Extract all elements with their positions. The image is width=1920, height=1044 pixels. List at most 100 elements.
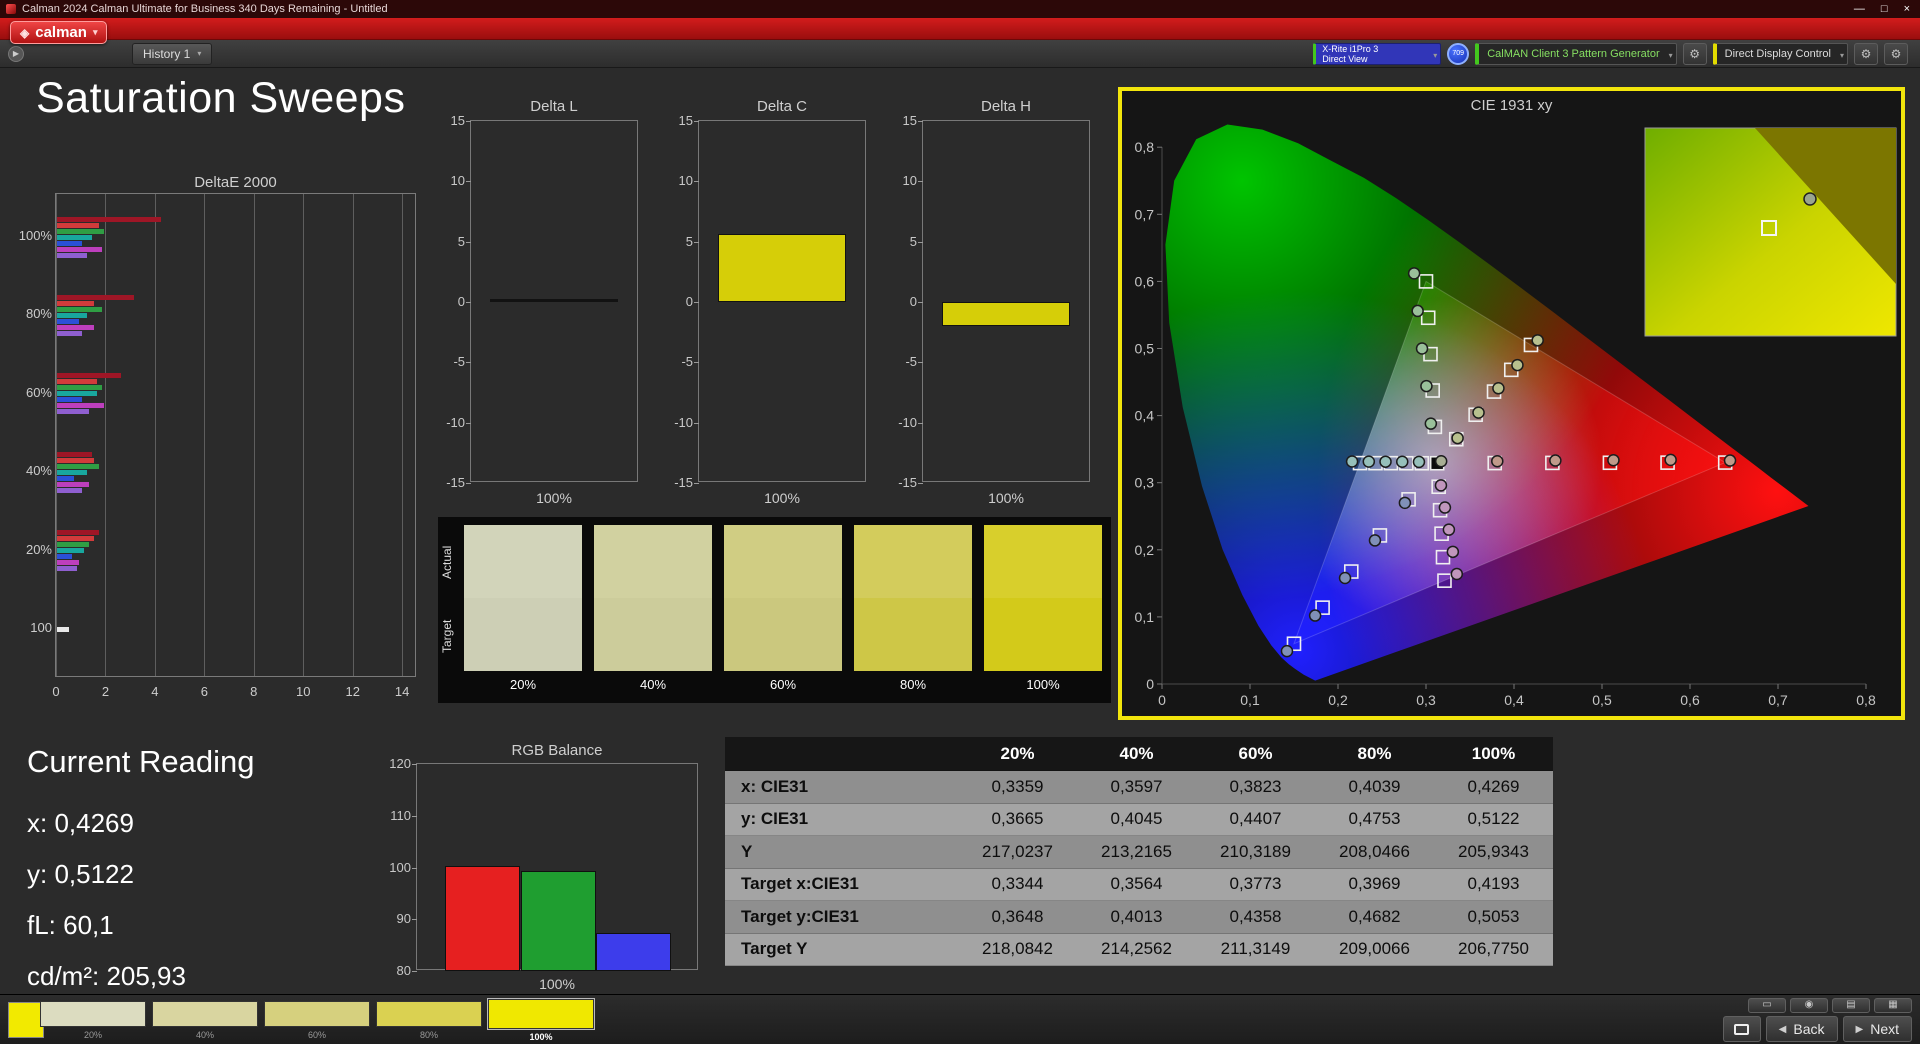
snapshot-button[interactable]: ◉ (1790, 998, 1828, 1013)
delta-h-chart: Delta H 15 10 5 0 -5 -10 -15 100% (890, 98, 1100, 523)
back-button[interactable]: ◀ Back (1765, 1016, 1838, 1042)
report-button[interactable]: ▤ (1832, 998, 1870, 1013)
calman-window: Calman 2024 Calman Ultimate for Business… (0, 0, 1920, 1044)
monitor-view-button[interactable]: ▭ (1748, 998, 1786, 1013)
menu-bar: ◈ calman ▾ (0, 18, 1920, 44)
y-tick (694, 181, 699, 183)
svg-text:0,2: 0,2 (1135, 542, 1155, 558)
cie-measured-green (1407, 267, 1421, 280)
cie-1931-chart[interactable]: CIE 1931 xy 0 0 0,1 0,1 0,2 0,2 0,3 0,3 … (1118, 87, 1905, 720)
pattern-generator-dropdown[interactable]: CalMAN Client 3 Pattern Generator ▾ (1475, 42, 1677, 65)
display-control-dropdown[interactable]: Direct Display Control ▾ (1712, 42, 1848, 65)
settings-gear-icon[interactable]: ⚙ (1884, 42, 1908, 65)
display-control-label: Direct Display Control (1724, 47, 1831, 60)
table-cell: 0,5053 (1434, 901, 1553, 934)
table-cell: 0,3344 (958, 868, 1077, 901)
cie-measured-green (1411, 304, 1424, 318)
table-cell: 214,2562 (1077, 933, 1196, 966)
y-tick (694, 241, 699, 243)
deltae-bar (57, 469, 87, 475)
table-header: 20% (958, 737, 1077, 771)
pattern-window-button[interactable] (1722, 1016, 1761, 1042)
footer-bar: 20% 40% 60% 80% 100% ▭ ◉ ▤ ▦ ◀ Back ▶ Next (0, 994, 1920, 1044)
swatch-label: 80% (419, 1030, 438, 1040)
y-tick (412, 919, 417, 921)
calman-menu-button[interactable]: ◈ calman ▾ (10, 21, 108, 44)
meter-dropdown[interactable]: X-Rite i1Pro 3 Direct View ▾ (1313, 42, 1442, 65)
saturation-level-swatch[interactable]: 100% (487, 998, 595, 1043)
saturation-level-swatch[interactable]: 40% (152, 1001, 258, 1043)
pattern-window-icon (1734, 1023, 1750, 1035)
y-tick (694, 362, 699, 364)
y-tick (466, 422, 471, 424)
deltae-bar (57, 294, 134, 300)
swatch-label: 60% (769, 677, 797, 692)
swatch-label: 40% (639, 677, 667, 692)
cie-measured-green (1415, 342, 1429, 355)
maximize-button[interactable]: □ (1881, 3, 1888, 15)
next-button[interactable]: ▶ Next (1842, 1016, 1912, 1042)
svg-text:0: 0 (1146, 676, 1154, 692)
y-tick (918, 422, 923, 424)
x-tick-label: 8 (250, 684, 258, 699)
x-tick-label: 2 (101, 684, 110, 699)
deltae-bar (57, 475, 75, 481)
table-row-label: y: CIE31 (725, 803, 958, 836)
rgb-bar-r (445, 865, 520, 971)
deltae-bar (57, 228, 104, 234)
target-swatch (594, 598, 712, 671)
y-tick-label: -15 (898, 475, 917, 490)
table-row-label: Y (725, 836, 958, 869)
y-tick-label: 10 (902, 173, 917, 189)
cie-measured-magenta (1446, 545, 1460, 559)
cie-measured-blue (1398, 496, 1412, 510)
table-header: 80% (1315, 737, 1434, 771)
cie-white-point-circle (1434, 454, 1448, 468)
gridline (56, 194, 57, 676)
saturation-level-swatch[interactable]: 20% (40, 1001, 146, 1043)
gridline (154, 194, 156, 676)
saturation-level-swatch[interactable]: 80% (376, 1001, 482, 1043)
pattern-settings-gear-icon[interactable]: ⚙ (1682, 42, 1707, 65)
cie-measured-yellow (1511, 358, 1524, 372)
display-settings-gear-icon[interactable]: ⚙ (1854, 42, 1878, 65)
deltae-bar (57, 391, 97, 397)
table-cell: 0,4269 (1434, 771, 1553, 804)
delta-bar (942, 302, 1070, 327)
svg-text:0,7: 0,7 (1768, 692, 1788, 708)
deltae-bar (57, 385, 102, 391)
target-swatch (854, 598, 972, 671)
cie-measured-blue (1338, 571, 1352, 585)
deltae-2000-chart: DeltaE 2000 0 2 4 6 8 10 12 14 100% 80% 60% 40% 20% 1… (19, 168, 460, 743)
y-tick-label: 5 (457, 233, 465, 249)
chart-title: DeltaE 2000 (194, 174, 277, 191)
y-tick (918, 241, 923, 243)
measurement-table: 20% 40% 60% 80% 100% x: CIE31 0,3359 0,3597 0,38… (725, 737, 1553, 966)
deltae-bar (57, 566, 77, 572)
minimize-button[interactable]: — (1854, 3, 1865, 15)
table-header: 100% (1434, 737, 1553, 771)
cie-measured-cyan (1395, 455, 1409, 469)
grid-view-button[interactable]: ▦ (1874, 998, 1912, 1013)
workspace: Saturation Sweeps DeltaE 2000 0 2 4 6 8 10 12 1… (0, 68, 1920, 994)
expand-panel-button[interactable]: ▶ (8, 45, 24, 62)
x-tick-label: 4 (151, 684, 159, 699)
close-button[interactable]: × (1904, 3, 1910, 15)
deltae-bar (57, 306, 102, 312)
tab-label: History 1 (143, 46, 191, 61)
window-title: Calman 2024 Calman Ultimate for Business… (22, 3, 388, 15)
saturation-level-swatch[interactable]: 60% (264, 1001, 370, 1043)
y-tick (466, 121, 471, 122)
colorspace-badge[interactable]: 709 (1447, 42, 1470, 65)
cie-measured-red (1549, 454, 1562, 467)
table-header: 60% (1196, 737, 1315, 771)
table-cell: 211,3149 (1196, 933, 1315, 966)
deltae-bar (57, 463, 100, 469)
tab-history-1[interactable]: History 1 ▾ (132, 42, 213, 65)
cie-measured-red (1664, 453, 1677, 467)
table-cell: 210,3189 (1196, 836, 1315, 869)
page-title: Saturation Sweeps (36, 74, 406, 122)
cie-measured-blue (1280, 644, 1294, 658)
table-cell: 0,5122 (1434, 803, 1553, 836)
svg-text:0,7: 0,7 (1135, 206, 1155, 222)
